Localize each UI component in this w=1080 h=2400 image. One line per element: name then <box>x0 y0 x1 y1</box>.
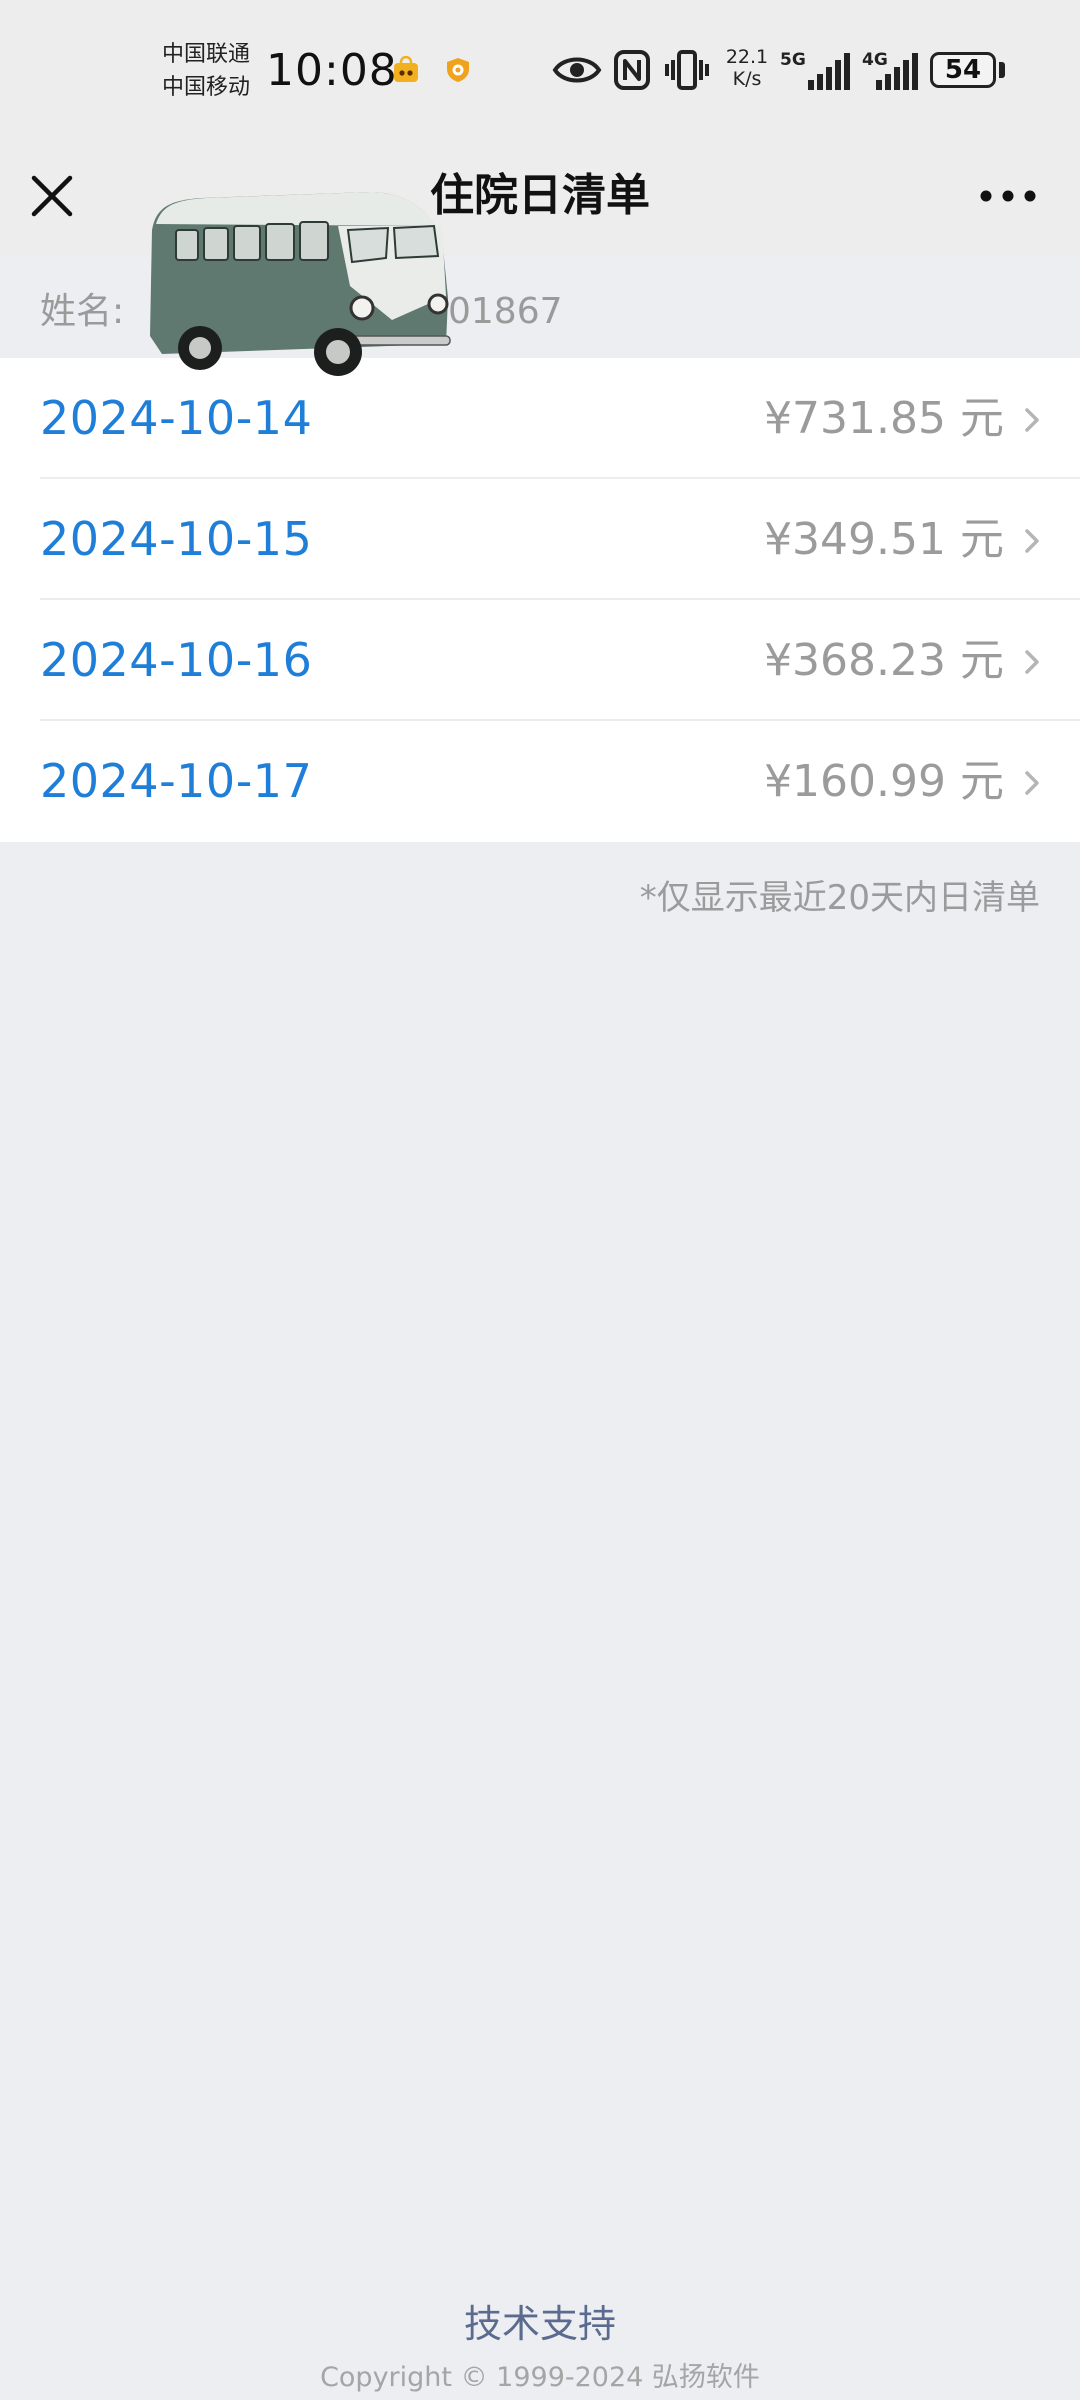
tech-support-link[interactable]: 技术支持 <box>0 2294 1080 2354</box>
network-speed: 22.1 K/s <box>722 46 772 90</box>
shield-app-icon <box>447 58 469 82</box>
chevron-right-icon <box>1025 408 1039 432</box>
nfc-icon <box>614 50 650 90</box>
copyright-text: Copyright © 1999-2024 弘扬软件 <box>320 2362 760 2393</box>
bill-amount: ¥731.85 元 <box>764 393 1004 444</box>
net-speed-value: 22.1 <box>725 46 769 68</box>
daily-bill-list: 2024-10-14 ¥731.85 元 2024-10-15 ¥349.51 … <box>0 358 1080 842</box>
battery-cap <box>999 62 1005 78</box>
carrier-2: 中国移动 <box>162 75 251 100</box>
patient-id-suffix: 01867 <box>448 291 563 332</box>
signal-icon <box>876 53 918 90</box>
list-item[interactable]: 2024-10-17 ¥160.99 元 <box>0 721 1080 842</box>
bill-date: 2024-10-17 <box>40 754 313 808</box>
shopping-app-icon <box>394 56 418 82</box>
bill-date: 2024-10-16 <box>40 633 313 687</box>
net-speed-unit: K/s <box>732 68 762 90</box>
list-footnote: *仅显示最近20天内日清单 <box>639 878 1040 918</box>
bill-date: 2024-10-15 <box>40 512 313 566</box>
status-time: 10:08 <box>266 45 398 96</box>
signal-icon <box>808 53 850 90</box>
list-item[interactable]: 2024-10-15 ¥349.51 元 <box>0 479 1080 600</box>
patient-info: 姓名: 01867 <box>40 280 563 344</box>
battery-icon: 54 <box>930 52 996 88</box>
vibrate-icon <box>665 50 709 90</box>
more-icon[interactable] <box>972 176 1044 216</box>
carrier-info: 中国联通 中国移动 <box>162 38 250 104</box>
name-label: 姓名: <box>40 291 125 332</box>
chevron-right-icon <box>1025 529 1039 553</box>
list-item[interactable]: 2024-10-16 ¥368.23 元 <box>0 600 1080 721</box>
chevron-right-icon <box>1025 771 1039 795</box>
bill-amount: ¥368.23 元 <box>764 635 1004 686</box>
status-bar: 中国联通 中国移动 10:08 22.1 K/s 5G 4G 54 <box>0 0 1080 136</box>
signal-1-label: 5G <box>780 50 806 70</box>
bill-amount: ¥349.51 元 <box>764 514 1004 565</box>
close-icon[interactable] <box>26 170 78 222</box>
eye-icon <box>552 57 602 83</box>
carrier-1: 中国联通 <box>162 42 251 67</box>
bill-amount: ¥160.99 元 <box>764 756 1004 807</box>
chevron-right-icon <box>1025 650 1039 674</box>
van-sticker-image <box>150 192 451 376</box>
